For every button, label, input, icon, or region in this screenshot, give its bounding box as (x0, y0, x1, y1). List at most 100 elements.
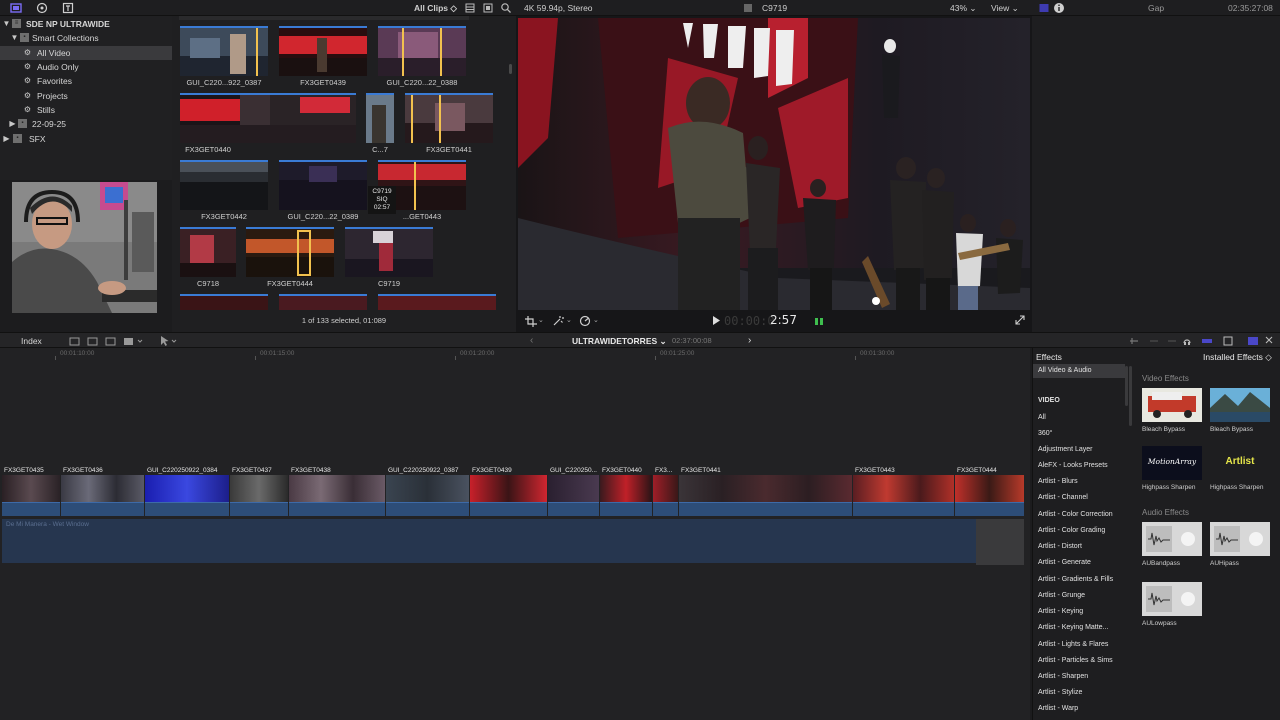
chevron-down-icon[interactable]: ⌄ (538, 316, 544, 324)
effect-thumbnail (1142, 388, 1202, 422)
effects-category[interactable]: Artlist - Generate (1033, 556, 1125, 570)
crop-icon[interactable] (525, 316, 537, 327)
library-item-smart-collections[interactable]: ▼ ▪ Smart Collections (0, 31, 172, 45)
timeline-clip[interactable]: FX3GET0437 (230, 466, 288, 518)
timeline-clip[interactable]: FX3GET0435 (2, 466, 60, 518)
effects-category[interactable]: Artlist - Lights & Flares (1033, 638, 1125, 652)
installed-effects-menu[interactable]: Installed Effects ◇ (1203, 352, 1272, 363)
browser-scrollbar[interactable] (509, 64, 512, 74)
timeline-clip[interactable]: FX3... (653, 466, 678, 518)
library-item-projects[interactable]: ⚙ Projects (0, 89, 172, 103)
index-button[interactable]: Index (21, 336, 42, 346)
browser-clip[interactable]: GUI_C220...22_0388 (378, 26, 466, 87)
timeline-clip[interactable]: FX3GET0444 (955, 466, 1024, 518)
browser-clip-partial[interactable] (378, 294, 496, 310)
zoom-menu[interactable]: 43% ⌄ (950, 3, 977, 14)
effects-category[interactable]: All Video & Audio (1033, 364, 1125, 378)
disclosure-right-icon[interactable]: ▶ (2, 134, 11, 143)
effects-category[interactable]: Adjustment Layer (1033, 443, 1125, 457)
timeline-clip[interactable]: FX3GET0441 (679, 466, 852, 518)
fullscreen-icon[interactable] (1015, 315, 1025, 325)
clip-filter-menu[interactable]: All Clips ◇ (414, 3, 457, 14)
browser-clip[interactable]: FX3GET0441 (405, 93, 493, 154)
titles-icon[interactable] (62, 2, 74, 14)
effects-category[interactable]: Artlist - Grunge (1033, 589, 1125, 603)
browser-clip-partial[interactable] (180, 294, 268, 310)
timeline-clip[interactable]: FX3GET0440 (600, 466, 652, 518)
effects-category[interactable]: Artlist - Color Correction (1033, 508, 1125, 522)
disclosure-right-icon[interactable]: ▶ (8, 119, 17, 128)
browser-clip[interactable]: FX3GET0442 (180, 160, 268, 221)
history-forward-icon[interactable]: › (748, 335, 751, 346)
timeline-clip[interactable]: FX3GET0438 (289, 466, 385, 518)
effects-category[interactable]: Artlist - Gradients & Fills (1033, 573, 1125, 587)
timeline-right-controls[interactable] (1126, 335, 1276, 347)
clip-thumbnail (378, 26, 466, 76)
browser-clip[interactable]: GUI_C220...922_0387 (180, 26, 268, 87)
browser-clip[interactable]: C9718 (180, 227, 236, 288)
effects-category[interactable]: Artlist - Sharpen (1033, 670, 1125, 684)
browser-clip[interactable]: FX3GET0440 (180, 93, 356, 154)
timeline-clip[interactable]: FX3GET0439 (470, 466, 547, 518)
effects-category[interactable]: Artlist - Particles & Sims (1033, 654, 1125, 668)
timeline[interactable]: 00:01:10:00 00:01:15:00 00:01:20:00 00:0… (0, 348, 1030, 720)
library-item-event-22-09-25[interactable]: ▶ ▪ 22-09-25 (0, 117, 172, 131)
effects-category[interactable]: Artlist - Color Grading (1033, 524, 1125, 538)
library-item-favorites[interactable]: ⚙ Favorites (0, 74, 172, 88)
timeline-clip[interactable]: FX3GET0443 (853, 466, 954, 518)
filmstrip-view-icon[interactable] (464, 2, 476, 14)
history-back-icon[interactable]: ‹ (530, 335, 533, 346)
browser-clip[interactable]: C9719 (345, 227, 433, 288)
timeline-clip[interactable]: GUI_C220250922_0387 (386, 466, 469, 518)
event-icon: ▪ (18, 119, 27, 128)
library-item-root[interactable]: ▼ ≡ SDE NP ULTRAWIDE (0, 17, 172, 31)
effects-scrollbar[interactable] (1129, 366, 1132, 426)
category-scrollbar[interactable] (1125, 366, 1128, 406)
library-item-audio-only[interactable]: ⚙ Audio Only (0, 60, 172, 74)
retime-speedometer-icon[interactable] (579, 315, 591, 327)
library-icon[interactable] (10, 2, 22, 14)
disclosure-down-icon[interactable]: ▼ (10, 33, 19, 42)
photos-icon[interactable] (36, 2, 48, 14)
timeline-clip[interactable]: GUI_C220250922_0384 (145, 466, 229, 518)
clip-appearance-icon[interactable] (482, 2, 494, 14)
library-item-stills[interactable]: ⚙ Stills (0, 103, 172, 117)
browser-clip[interactable]: GUI_C220...22_0389 (279, 160, 367, 221)
timeline-ruler[interactable]: 00:01:10:00 00:01:15:00 00:01:20:00 00:0… (0, 350, 1030, 360)
effects-title: Effects (1036, 352, 1062, 362)
browser-clip[interactable]: FX3GET0444 (246, 227, 334, 288)
gear-icon: ⚙ (23, 105, 32, 114)
info-icon[interactable] (1053, 2, 1065, 14)
effects-category[interactable]: Artlist - Blurs (1033, 475, 1125, 489)
effects-category[interactable]: AleFX - Looks Presets (1033, 459, 1125, 473)
effects-category[interactable]: All (1033, 411, 1125, 425)
disclosure-down-icon[interactable]: ▼ (2, 19, 11, 28)
timeline-clip[interactable]: FX3GET0436 (61, 466, 144, 518)
edit-buttons-group[interactable] (68, 335, 148, 347)
chevron-down-icon[interactable]: ⌄ (593, 316, 599, 324)
effects-category[interactable]: Artlist - Warp (1033, 702, 1125, 716)
search-icon[interactable] (500, 2, 512, 14)
clip-thumbnail (180, 227, 236, 277)
effects-category[interactable]: Artlist - Stylize (1033, 686, 1125, 700)
music-track[interactable]: De Mi Manera - Wet Window (2, 519, 976, 563)
library-item-all-video[interactable]: ⚙ All Video (0, 46, 172, 60)
browser-clip-partial[interactable] (279, 294, 367, 310)
effects-category[interactable]: Artlist - Distort (1033, 540, 1125, 554)
effects-category[interactable]: Artlist - Channel (1033, 491, 1125, 505)
project-menu[interactable]: ULTRAWIDETORRES ⌄ (572, 336, 667, 347)
library-item-sfx[interactable]: ▶ ▪ SFX (0, 132, 172, 146)
inspector-toggle-icon[interactable] (1038, 2, 1050, 14)
effects-category[interactable]: Artlist - Keying (1033, 605, 1125, 619)
timeline-clip[interactable]: GUI_C220250... (548, 466, 599, 518)
view-menu[interactable]: View ⌄ (991, 3, 1019, 14)
play-icon[interactable] (712, 316, 720, 325)
effects-category[interactable]: Artlist - Keying Matte... (1033, 621, 1125, 635)
enhance-wand-icon[interactable] (552, 315, 564, 327)
select-tool-icon[interactable] (158, 335, 180, 347)
chevron-down-icon[interactable]: ⌄ (566, 316, 572, 324)
effects-category[interactable]: 360° (1033, 427, 1125, 441)
browser-clip[interactable]: C...7 (366, 93, 394, 154)
browser-clip[interactable]: FX3GET0439 (279, 26, 367, 87)
viewer-frame[interactable] (518, 18, 1030, 310)
